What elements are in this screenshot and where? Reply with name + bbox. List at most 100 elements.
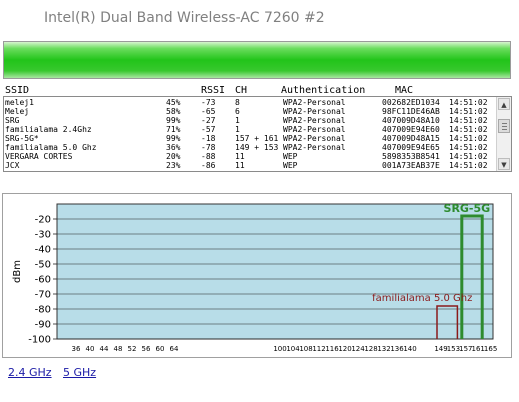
x-tick-label: 44: [100, 345, 109, 353]
column-header-mac[interactable]: MAC: [395, 85, 413, 96]
cell-channel: 11: [235, 152, 245, 161]
table-row[interactable]: melej1 45% -73 8 WPA2-Personal 002682ED1034 14…: [4, 98, 494, 107]
y-tick-label: -100: [28, 335, 51, 346]
cell-mac: 5898353B8541: [382, 152, 440, 161]
link-band-2-4ghz[interactable]: 2.4 GHz: [8, 366, 52, 379]
x-tick-label: 136: [390, 345, 404, 353]
table-row[interactable]: familialama 5.0 Ghz 36% -78 149 + 153 WPA2-P…: [4, 143, 494, 152]
cell-ssid: Melej: [5, 107, 30, 116]
cell-signal: 71%: [166, 125, 181, 134]
table-row[interactable]: Melej 58% -65 6 WPA2-Personal 98FC11DE46AB 14:…: [4, 107, 494, 116]
scrollbar-thumb[interactable]: [498, 119, 510, 133]
cell-channel: 8: [235, 98, 240, 107]
y-tick-label: -90: [35, 320, 51, 331]
column-header-ssid[interactable]: SSID: [5, 85, 29, 96]
x-tick-label: 120: [338, 345, 351, 353]
cell-signal: 99%: [166, 116, 181, 125]
x-tick-label: 157: [459, 345, 472, 353]
y-tick-label: -70: [35, 290, 51, 301]
table-row[interactable]: VERGARA CORTES 20% -88 11 WEP 5898353B8541 14:…: [4, 152, 494, 161]
cell-channel: 11: [235, 161, 245, 170]
cell-authentication: WPA2-Personal: [283, 107, 346, 116]
grip-line: [502, 126, 507, 127]
x-tick-label: 161: [472, 345, 485, 353]
cell-ssid: SRG: [5, 116, 20, 125]
table-row[interactable]: SRG 99% -27 1 WPA2-Personal 407009D48A10 14:51…: [4, 116, 494, 125]
cell-ssid: familialama 5.0 Ghz: [5, 143, 97, 152]
cell-mac: 407009E94E60: [382, 125, 440, 134]
cell-channel: 1: [235, 116, 240, 125]
y-tick-label: -30: [35, 230, 51, 241]
cell-channel: 1: [235, 125, 240, 134]
cell-mac: 002682ED1034: [382, 98, 440, 107]
x-tick-label: 116: [325, 345, 339, 353]
x-tick-label: 64: [170, 345, 179, 353]
cell-mac: 98FC11DE46AB: [382, 107, 440, 116]
cell-rssi: -27: [201, 116, 216, 125]
series-label-0: SRG-5G: [444, 202, 491, 215]
cell-time: 14:51:02: [449, 107, 488, 116]
cell-authentication: WPA2-Personal: [283, 98, 346, 107]
y-tick-label: -80: [35, 305, 51, 316]
window-title: Intel(R) Dual Band Wireless-AC 7260 #2: [44, 10, 325, 26]
x-tick-label: 140: [403, 345, 416, 353]
x-tick-label: 149: [434, 345, 447, 353]
cell-rssi: -65: [201, 107, 216, 116]
table-row[interactable]: SRG-5G* 99% -18 157 + 161 WPA2-Personal 40700…: [4, 134, 494, 143]
cell-mac: 001A73EAB37E: [382, 161, 440, 170]
grip-line: [502, 129, 507, 130]
x-tick-label: 112: [312, 345, 325, 353]
grip-line: [502, 123, 507, 124]
scroll-down-arrow-icon[interactable]: ▼: [498, 158, 510, 170]
cell-signal: 45%: [166, 98, 181, 107]
cell-authentication: WPA2-Personal: [283, 116, 346, 125]
x-tick-label: 165: [484, 345, 497, 353]
column-header-ch[interactable]: CH: [235, 85, 247, 96]
x-tick-label: 56: [142, 345, 151, 353]
x-tick-label: 100: [273, 345, 286, 353]
x-tick-label: 104: [286, 345, 300, 353]
table-scrollbar[interactable]: ▲ ▼: [496, 97, 511, 171]
cell-authentication: WEP: [283, 152, 298, 161]
cell-rssi: -88: [201, 152, 216, 161]
plot-area: [56, 203, 494, 340]
series-label-1: familialama 5.0 Ghz: [372, 293, 472, 304]
channel-chart: -20 -30 -40 -50 -60 -70 -80 -90 -100 dBm 36 40 44 48 5…: [2, 193, 512, 358]
cell-channel: 6: [235, 107, 240, 116]
network-table[interactable]: melej1 45% -73 8 WPA2-Personal 002682ED1034 14…: [3, 96, 512, 172]
cell-mac: 407009D48A15: [382, 134, 440, 143]
cell-ssid: SRG-5G*: [5, 134, 39, 143]
cell-mac: 407009D48A10: [382, 116, 440, 125]
table-row[interactable]: familialama 2.4Ghz 71% -57 1 WPA2-Personal 40…: [4, 125, 494, 134]
x-tick-label: 153: [447, 345, 460, 353]
column-header-rssi[interactable]: RSSI: [201, 85, 225, 96]
cell-time: 14:51:02: [449, 152, 488, 161]
cell-signal: 36%: [166, 143, 181, 152]
scroll-up-arrow-icon[interactable]: ▲: [498, 98, 510, 110]
cell-rssi: -86: [201, 161, 216, 170]
y-axis-label: dBm: [12, 260, 23, 283]
y-tick-label: -50: [35, 260, 51, 271]
cell-channel: 149 + 153: [235, 143, 279, 152]
cell-rssi: -18: [201, 134, 216, 143]
channel-chart-svg: -20 -30 -40 -50 -60 -70 -80 -90 -100 dBm 36 40 44 48 5…: [12, 202, 497, 353]
table-row[interactable]: JCX 23% -86 11 WEP 001A73EAB37E 14:51:02: [4, 161, 494, 170]
x-tick-label: 124: [351, 345, 365, 353]
y-tick-label: -60: [35, 275, 51, 286]
x-tick-label: 36: [72, 345, 81, 353]
cell-mac: 407009E94E65: [382, 143, 440, 152]
column-header-authentication[interactable]: Authentication: [281, 85, 365, 96]
x-tick-label: 132: [377, 345, 390, 353]
x-tick-label: 52: [128, 345, 137, 353]
cell-ssid: JCX: [5, 161, 20, 170]
cell-ssid: melej1: [5, 98, 34, 107]
cell-time: 14:51:02: [449, 134, 488, 143]
x-tick-label: 48: [114, 345, 123, 353]
x-tick-label: 60: [156, 345, 165, 353]
y-tick-label: -40: [35, 245, 51, 256]
x-tick-label: 128: [364, 345, 377, 353]
cell-time: 14:51:02: [449, 161, 488, 170]
link-band-5ghz[interactable]: 5 GHz: [63, 366, 96, 379]
cell-authentication: WPA2-Personal: [283, 143, 346, 152]
cell-signal: 58%: [166, 107, 181, 116]
